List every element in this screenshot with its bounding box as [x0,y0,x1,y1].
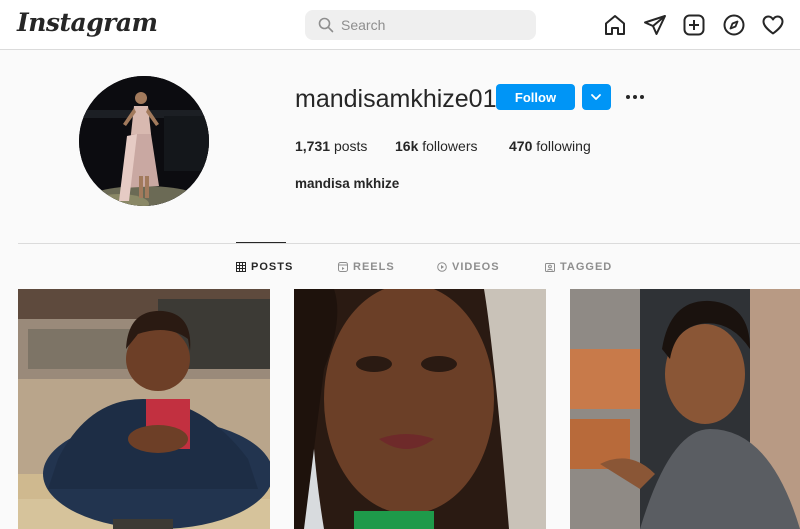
post-thumbnail[interactable] [294,289,546,529]
search-input[interactable] [341,10,526,40]
search-icon [318,17,334,33]
post-thumbnail[interactable] [18,289,270,529]
top-navigation-bar: Instagram [0,0,800,50]
profile-username: mandisamkhize01 [295,85,497,113]
tab-posts[interactable]: POSTS [236,260,293,274]
tab-posts-label: POSTS [251,261,294,273]
tab-videos[interactable]: VIDEOS [437,260,500,274]
tabs-divider [18,243,800,244]
video-play-icon [437,262,447,272]
activity-heart-icon[interactable] [761,13,785,37]
post-image [294,289,546,529]
post-image [570,289,800,529]
posts-stat[interactable]: 1,731 posts [295,138,367,154]
posts-count: 1,731 [295,138,331,154]
following-stat[interactable]: 470 following [509,138,591,154]
direct-send-icon[interactable] [643,13,667,37]
more-horizontal-icon [626,95,644,99]
search-box[interactable] [305,10,536,40]
tab-reels[interactable]: REELS [338,260,395,274]
tab-videos-label: VIDEOS [452,261,500,273]
more-options-button[interactable] [623,86,647,108]
tagged-icon [545,263,555,272]
tab-tagged[interactable]: TAGGED [545,260,612,274]
tab-reels-label: REELS [353,261,395,273]
following-label: following [536,138,591,154]
grid-icon [236,262,246,272]
followers-label: followers [422,138,478,154]
follow-button[interactable]: Follow [496,84,575,110]
reels-icon [338,262,348,272]
followers-count: 16k [395,138,419,154]
suggested-accounts-button[interactable] [582,84,611,110]
active-tab-indicator [236,242,286,243]
instagram-logo[interactable]: Instagram [17,8,158,37]
home-icon[interactable] [603,13,627,37]
post-thumbnail[interactable] [570,289,800,529]
following-count: 470 [509,138,533,154]
profile-avatar[interactable] [79,76,209,206]
followers-stat[interactable]: 16k followers [395,138,478,154]
profile-full-name: mandisa mkhize [295,176,400,191]
tab-tagged-label: TAGGED [560,261,613,273]
post-image [18,289,270,529]
chevron-down-icon [591,94,601,100]
posts-label: posts [333,138,368,154]
explore-compass-icon[interactable] [722,13,746,37]
new-post-icon[interactable] [682,13,706,37]
